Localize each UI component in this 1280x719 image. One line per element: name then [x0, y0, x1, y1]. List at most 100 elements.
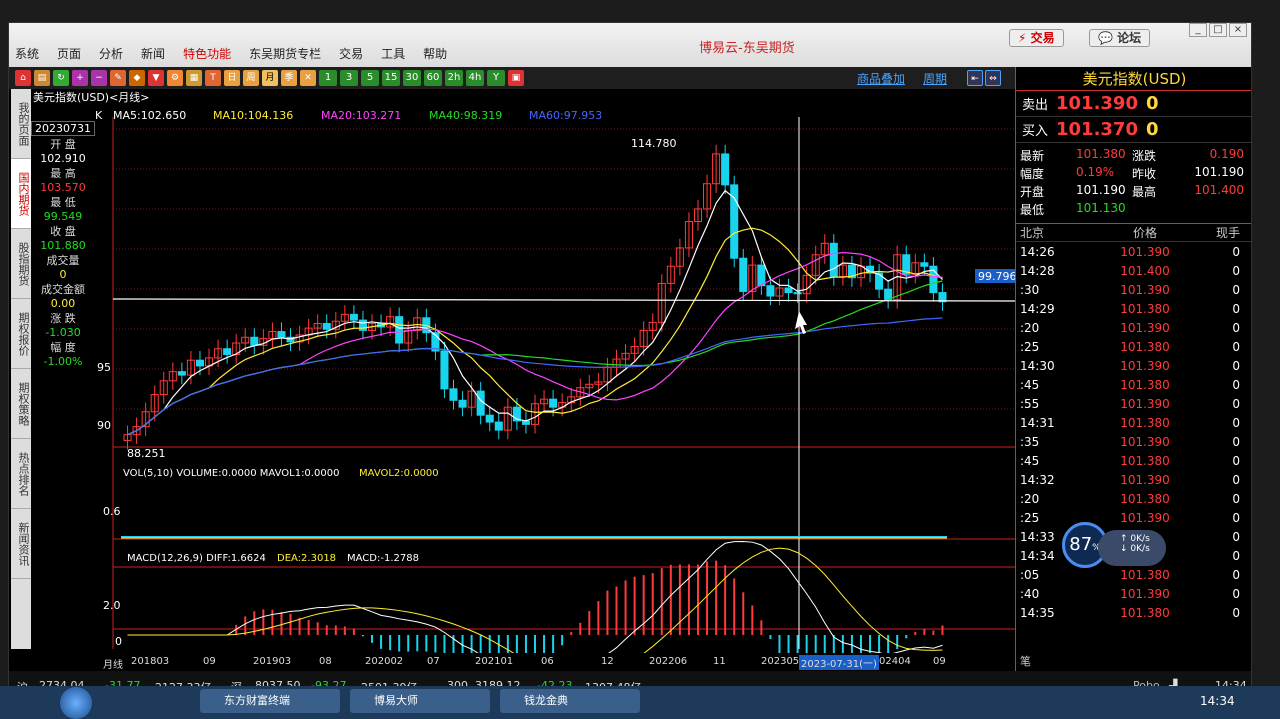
- tick-time: 14:29: [1020, 301, 1055, 316]
- menu-features[interactable]: 特色功能: [183, 45, 231, 65]
- season-period-icon[interactable]: 季: [281, 70, 297, 86]
- ticks-head-time: 北京: [1020, 226, 1045, 240]
- window-controls: _ □ ×: [1189, 23, 1247, 37]
- axis-label-202206: 202206: [649, 656, 688, 667]
- taskbar-item-qianlong[interactable]: 钱龙金典: [500, 689, 640, 713]
- tick-volume: 0: [1232, 491, 1240, 506]
- zoom-in-icon[interactable]: +: [72, 70, 88, 86]
- axis-label-202305: 202305: [761, 656, 800, 667]
- nav-index-futures[interactable]: 股指期货: [11, 229, 31, 299]
- nav-option-quote[interactable]: 期权报价: [11, 299, 31, 369]
- menu-page[interactable]: 页面: [57, 45, 81, 65]
- period-5min[interactable]: 5: [361, 70, 379, 86]
- tick-price: 101.390: [1120, 358, 1170, 373]
- menu-tools[interactable]: 工具: [381, 45, 405, 65]
- menu-trade[interactable]: 交易: [339, 45, 363, 65]
- high-price-label: 114.780: [631, 137, 677, 150]
- candle: [721, 153, 730, 186]
- period-2h[interactable]: 2h: [445, 70, 463, 86]
- nav-news[interactable]: 新闻资讯: [11, 509, 31, 579]
- speed-detail: ↑ 0K/s ↓ 0K/s: [1098, 530, 1166, 566]
- menu-analysis[interactable]: 分析: [99, 45, 123, 65]
- axis-label-202101: 202101: [475, 656, 514, 667]
- period-15min[interactable]: 15: [382, 70, 400, 86]
- tick-price: 101.380: [1120, 605, 1170, 620]
- maximize-button[interactable]: □: [1209, 23, 1227, 37]
- info-open-label: 开 盘: [50, 138, 76, 151]
- sell-qty: 0: [1146, 93, 1159, 114]
- tick-icon[interactable]: T: [205, 70, 221, 86]
- overlay-link[interactable]: 商品叠加: [857, 70, 905, 87]
- axis-label-202002: 202002: [365, 656, 404, 667]
- refresh-icon[interactable]: ↻: [53, 70, 69, 86]
- minimize-button[interactable]: _: [1189, 23, 1207, 37]
- nav-my-page[interactable]: 我的页面: [11, 89, 31, 159]
- day-period-icon[interactable]: 日: [224, 70, 240, 86]
- arrow-swap-icon[interactable]: ⇔: [985, 70, 1001, 86]
- tick-time: :25: [1020, 339, 1040, 354]
- download-arrow-icon: ↓: [1120, 544, 1128, 554]
- tick-price: 101.390: [1120, 320, 1170, 335]
- tick-row: 14:29 101.380 0: [1016, 299, 1251, 318]
- arrow-left-icon[interactable]: ⇤: [967, 70, 983, 86]
- taskbar-item-boyi[interactable]: 博易大师: [350, 689, 490, 713]
- range-label: 幅度: [1020, 167, 1045, 181]
- ticks-footer: 笔: [1020, 655, 1031, 668]
- period-link[interactable]: 周期: [923, 70, 947, 87]
- candle: [223, 348, 232, 355]
- trade-button[interactable]: ⚡ 交易: [1009, 29, 1064, 47]
- start-button-icon[interactable]: [60, 687, 92, 719]
- chart-area[interactable]: 美元指数(USD)<月线> K MA5:102.650 MA10:104.136…: [31, 89, 1017, 697]
- kline-chart[interactable]: 美元指数(USD)<月线> K MA5:102.650 MA10:104.136…: [31, 89, 1017, 697]
- range-value: 0.19%: [1076, 165, 1115, 179]
- forum-button[interactable]: 💬 论坛: [1089, 29, 1151, 47]
- tick-time: :20: [1020, 320, 1040, 335]
- title-bar: 博易云-东吴期货 ⚡ 交易 💬 论坛 _ □ × 系统 页面 分析 新闻 特色功…: [9, 23, 1251, 67]
- year-period-icon[interactable]: ✕: [300, 70, 316, 86]
- tick-row: :45 101.380 0: [1016, 451, 1251, 470]
- period-y[interactable]: Y: [487, 70, 505, 86]
- tick-volume: 0: [1232, 605, 1240, 620]
- zoom-out-icon[interactable]: −: [91, 70, 107, 86]
- menu-system[interactable]: 系统: [15, 45, 39, 65]
- tick-price: 101.380: [1120, 339, 1170, 354]
- period-1min[interactable]: 1: [319, 70, 337, 86]
- table-icon[interactable]: ▦: [186, 70, 202, 86]
- prev-label: 昨收: [1132, 167, 1157, 181]
- candle: [793, 292, 802, 295]
- week-period-icon[interactable]: 周: [243, 70, 259, 86]
- period-60min[interactable]: 60: [424, 70, 442, 86]
- nav-hot-ranking[interactable]: 热点排名: [11, 439, 31, 509]
- period-30min[interactable]: 30: [403, 70, 421, 86]
- month-period-icon[interactable]: 月: [262, 70, 278, 86]
- draw-icon[interactable]: ✎: [110, 70, 126, 86]
- taskbar-item-eastmoney[interactable]: 东方财富终端: [200, 689, 340, 713]
- indicator-icon[interactable]: ◆: [129, 70, 145, 86]
- tick-price: 101.390: [1120, 282, 1170, 297]
- time-axis: 月线 201803 09 201903 08 202002 07 202101 …: [31, 653, 1015, 671]
- calendar-icon[interactable]: ▣: [508, 70, 524, 86]
- tick-row: :30 101.390 0: [1016, 280, 1251, 299]
- menu-help[interactable]: 帮助: [423, 45, 447, 65]
- candle: [458, 399, 467, 408]
- tick-volume: 0: [1232, 244, 1240, 259]
- period-4h[interactable]: 4h: [466, 70, 484, 86]
- tick-volume: 0: [1232, 567, 1240, 582]
- period-3min[interactable]: 3: [340, 70, 358, 86]
- tick-row: 14:30 101.390 0: [1016, 356, 1251, 375]
- taskbar-clock: 14:34: [1200, 694, 1235, 708]
- nav-domestic-futures[interactable]: 国内期货: [11, 159, 31, 229]
- settings-icon[interactable]: ⚙: [167, 70, 183, 86]
- close-button[interactable]: ×: [1229, 23, 1247, 37]
- home-icon[interactable]: ⌂: [15, 70, 31, 86]
- menu-news[interactable]: 新闻: [141, 45, 165, 65]
- nav-option-strategy[interactable]: 期权策略: [11, 369, 31, 439]
- tick-time: :45: [1020, 453, 1040, 468]
- filter-icon[interactable]: ▼: [148, 70, 164, 86]
- menu-dongwu-column[interactable]: 东吴期货专栏: [249, 45, 321, 65]
- speed-percent: 87: [1069, 534, 1093, 555]
- quote-icon[interactable]: ▤: [34, 70, 50, 86]
- axis-label-06: 06: [541, 656, 554, 667]
- tick-row: :20 101.390 0: [1016, 318, 1251, 337]
- info-chg-label: 涨 跌: [50, 312, 76, 325]
